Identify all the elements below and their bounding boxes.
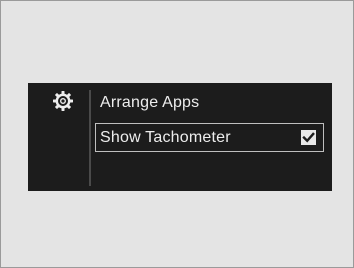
- show-tachometer-checkbox[interactable]: [301, 130, 316, 145]
- page-frame: Arrange Apps Show Tachometer: [0, 0, 354, 268]
- menu-item-arrange-apps[interactable]: Arrange Apps: [95, 93, 199, 113]
- gear-icon: [52, 90, 74, 112]
- checkmark-icon: [302, 132, 315, 143]
- menu-item-show-tachometer[interactable]: Show Tachometer: [95, 123, 324, 152]
- menu-divider: [89, 90, 91, 186]
- show-tachometer-label: Show Tachometer: [100, 129, 231, 146]
- settings-panel: Arrange Apps Show Tachometer: [28, 83, 332, 191]
